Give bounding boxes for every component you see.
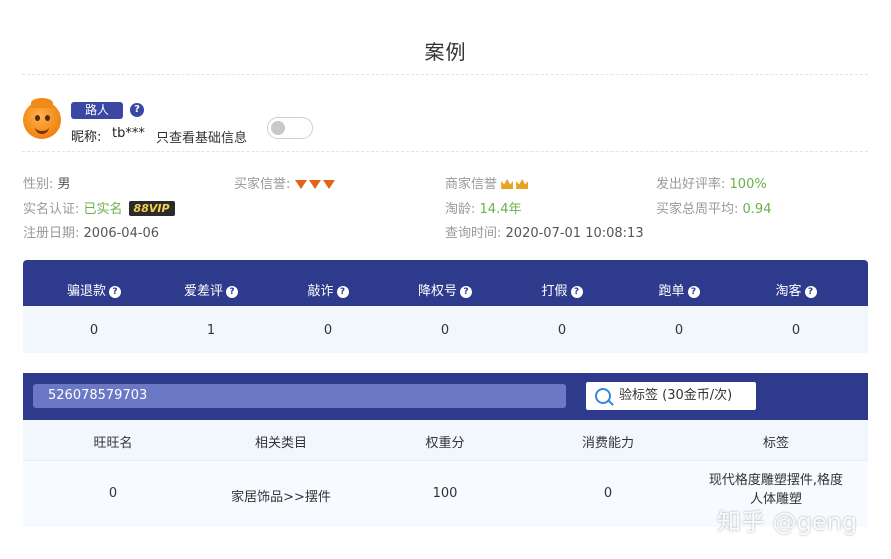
column-header: 标签 [762, 436, 789, 451]
column-header: 旺旺名 [93, 436, 133, 451]
risk-col[interactable]: 淘客? [736, 280, 856, 299]
help-icon[interactable]: ? [130, 103, 144, 117]
toggle-knob [271, 121, 285, 135]
basic-info-toggle[interactable] [267, 117, 313, 139]
help-icon: ? [570, 286, 583, 298]
column-header: 权重分 [425, 436, 465, 451]
risk-value: 0 [674, 323, 684, 338]
risk-col[interactable]: 跑单? [619, 280, 739, 299]
column-header: 消费能力 [581, 436, 634, 451]
risk-value: 0 [323, 323, 333, 338]
risk-value: 0 [440, 323, 450, 338]
risk-col[interactable]: 敲诈? [268, 280, 388, 299]
risk-value: 0 [89, 323, 99, 338]
watermark: 知乎 @geng [717, 508, 858, 536]
gender-value: 男 [57, 177, 71, 192]
help-icon: ? [687, 286, 700, 298]
help-icon: ? [336, 286, 349, 298]
weekly-avg-field: 买家总周平均: 0.94 [656, 202, 772, 217]
divider [22, 74, 868, 75]
help-icon: ? [460, 286, 472, 298]
nickname-value: tb*** [112, 126, 145, 141]
crown-icon [516, 179, 529, 189]
age-value: 14.4年 [479, 202, 522, 217]
query-time-field: 查询时间: 2020-07-01 10:08:13 [445, 226, 644, 241]
good-rate-field: 发出好评率: 100% [656, 177, 767, 192]
vip-badge: 88VIP [128, 201, 175, 216]
register-field: 注册日期: 2006-04-06 [23, 226, 160, 241]
help-icon: ? [109, 286, 121, 298]
basic-info-label: 只查看基础信息 [156, 131, 248, 146]
table-cell: 100 [432, 486, 458, 501]
search-bar: 526078579703 验标签 (30金币/次) [23, 373, 868, 420]
seller-credit-field: 商家信誉 [445, 173, 531, 192]
diamond-icon [294, 180, 307, 189]
query-time-value: 2020-07-01 10:08:13 [505, 226, 644, 241]
check-tags-button[interactable]: 验标签 (30金币/次) [586, 382, 756, 410]
risk-col[interactable]: 爱差评? [151, 280, 271, 299]
tag-table-header: 旺旺名 相关类目 权重分 消费能力 标签 [23, 420, 868, 460]
risk-table-header: 骗退款? 爱差评? 敲诈? 降权号? 打假? 跑单? 淘客? [23, 260, 868, 306]
diamond-icon [322, 180, 335, 189]
table-cell: 家居饰品>>摆件 [231, 490, 331, 505]
help-icon: ? [226, 286, 238, 298]
realname-value: 已实名 [83, 202, 123, 217]
buyer-credit-field: 买家信誉: [234, 173, 337, 192]
risk-value: 0 [791, 323, 801, 338]
page-title: 案例 [424, 40, 467, 64]
help-icon: ? [804, 286, 817, 298]
table-cell: 0 [108, 486, 118, 501]
check-tags-label: 验标签 (30金币/次) [619, 388, 733, 403]
good-rate-value: 100% [729, 177, 767, 192]
item-id-input[interactable]: 526078579703 [33, 384, 566, 408]
crown-icon [501, 179, 514, 189]
risk-col[interactable]: 打假? [502, 280, 622, 299]
nickname-label: 昵称: [71, 130, 102, 145]
register-value: 2006-04-06 [83, 226, 160, 241]
risk-col[interactable]: 降权号? [385, 280, 505, 299]
risk-table-row: 0 1 0 0 0 0 0 [23, 306, 868, 353]
column-header: 相关类目 [254, 436, 307, 451]
weekly-avg-value: 0.94 [742, 202, 772, 217]
divider [22, 151, 868, 152]
level-badge: 路人 [71, 102, 123, 119]
table-cell: 0 [603, 486, 613, 501]
avatar [23, 98, 61, 139]
risk-value: 0 [557, 323, 567, 338]
risk-value: 1 [206, 323, 216, 338]
risk-col[interactable]: 骗退款? [34, 280, 154, 299]
search-icon [595, 388, 611, 404]
age-field: 淘龄: 14.4年 [445, 202, 522, 217]
gender-field: 性别: 男 [23, 177, 71, 192]
realname-field: 实名认证: 已实名 88VIP [23, 198, 175, 217]
diamond-icon [308, 180, 321, 189]
